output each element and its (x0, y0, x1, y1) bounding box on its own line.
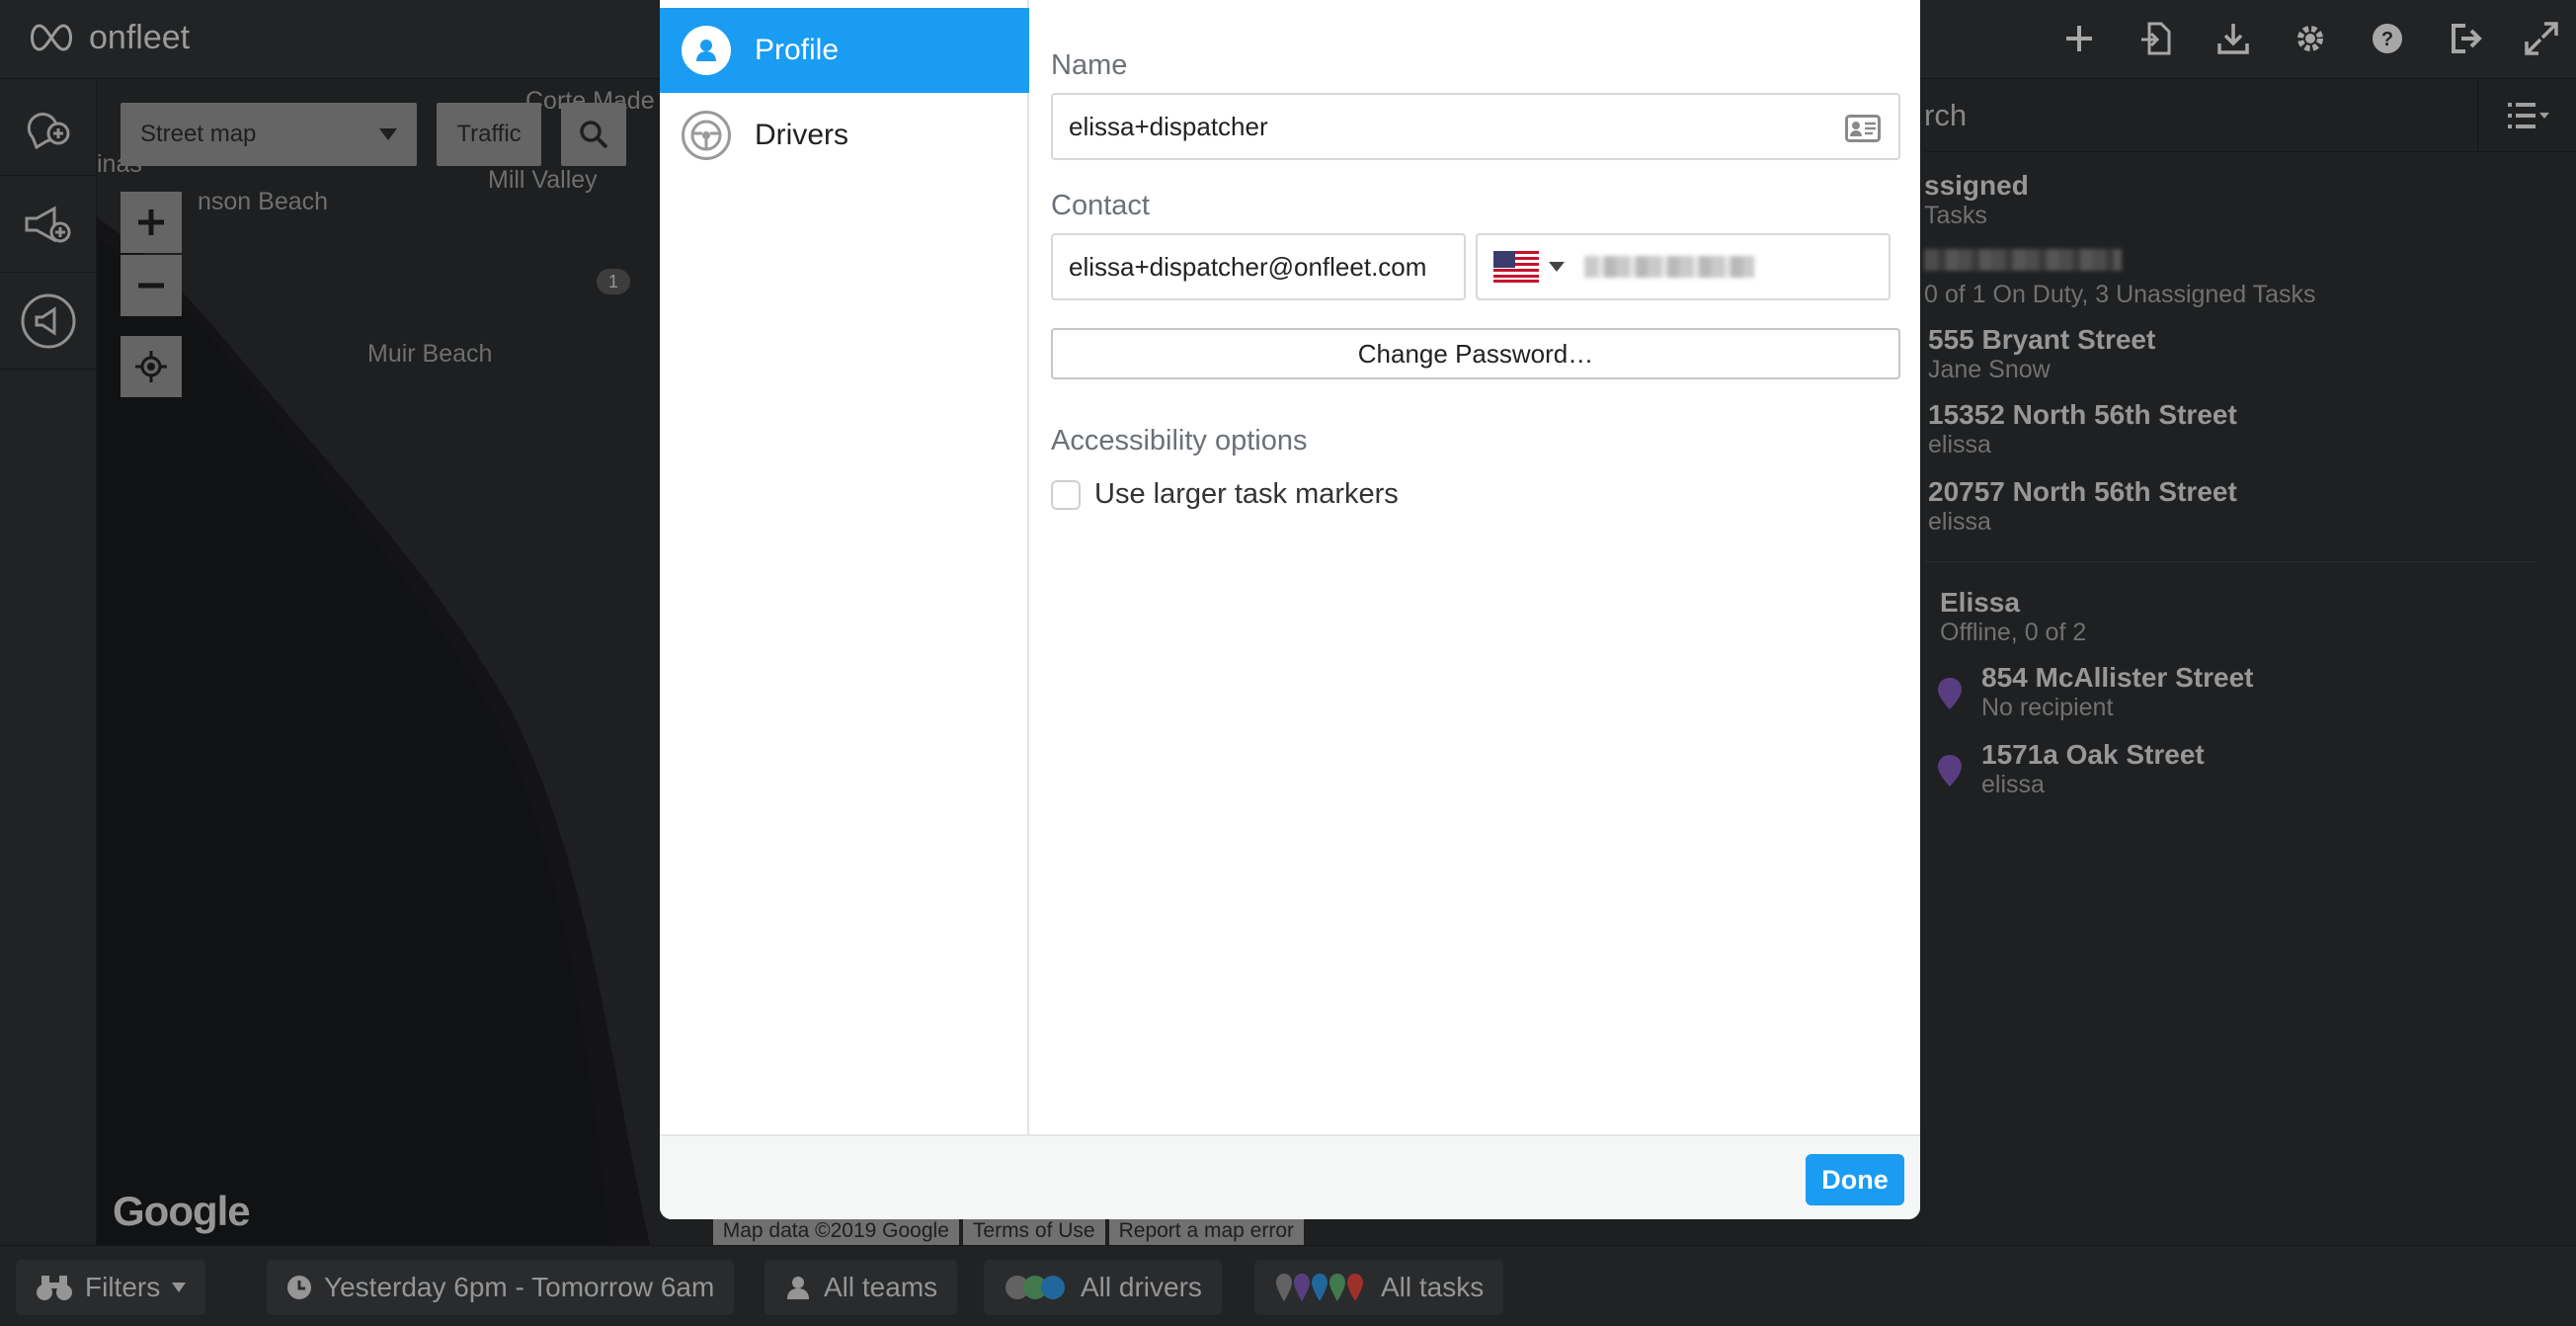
phone-field[interactable] (1476, 233, 1891, 300)
larger-markers-label: Use larger task markers (1094, 478, 1399, 510)
us-flag-icon[interactable] (1493, 251, 1539, 283)
email-field[interactable]: elissa+dispatcher@onfleet.com (1051, 233, 1466, 300)
change-password-button[interactable]: Change Password… (1051, 328, 1900, 379)
nav-profile-label: Profile (755, 34, 840, 66)
accessibility-label: Accessibility options (1051, 425, 1308, 456)
done-button[interactable]: Done (1806, 1154, 1904, 1205)
settings-nav: Profile Drivers (660, 0, 1029, 1134)
user-icon (682, 26, 731, 75)
settings-modal: Profile Drivers Name elissa+dispatcher C… (660, 0, 1920, 1219)
name-label: Name (1051, 49, 1128, 81)
larger-markers-option[interactable]: Use larger task markers (1051, 478, 1399, 511)
nav-item-profile[interactable]: Profile (660, 8, 1029, 93)
steering-wheel-icon (682, 111, 731, 160)
nav-drivers-label: Drivers (755, 119, 848, 151)
modal-footer: Done (660, 1134, 1920, 1219)
larger-markers-checkbox[interactable] (1051, 479, 1081, 510)
caret-down-icon[interactable] (1549, 262, 1565, 272)
phone-value-blurred (1584, 256, 1754, 278)
name-input[interactable]: elissa+dispatcher (1051, 93, 1900, 160)
email-value: elissa+dispatcher@onfleet.com (1069, 251, 1427, 282)
contact-card-icon[interactable] (1845, 115, 1881, 142)
name-value: elissa+dispatcher (1069, 111, 1268, 141)
nav-item-drivers[interactable]: Drivers (660, 93, 1029, 178)
contact-label: Contact (1051, 190, 1150, 221)
